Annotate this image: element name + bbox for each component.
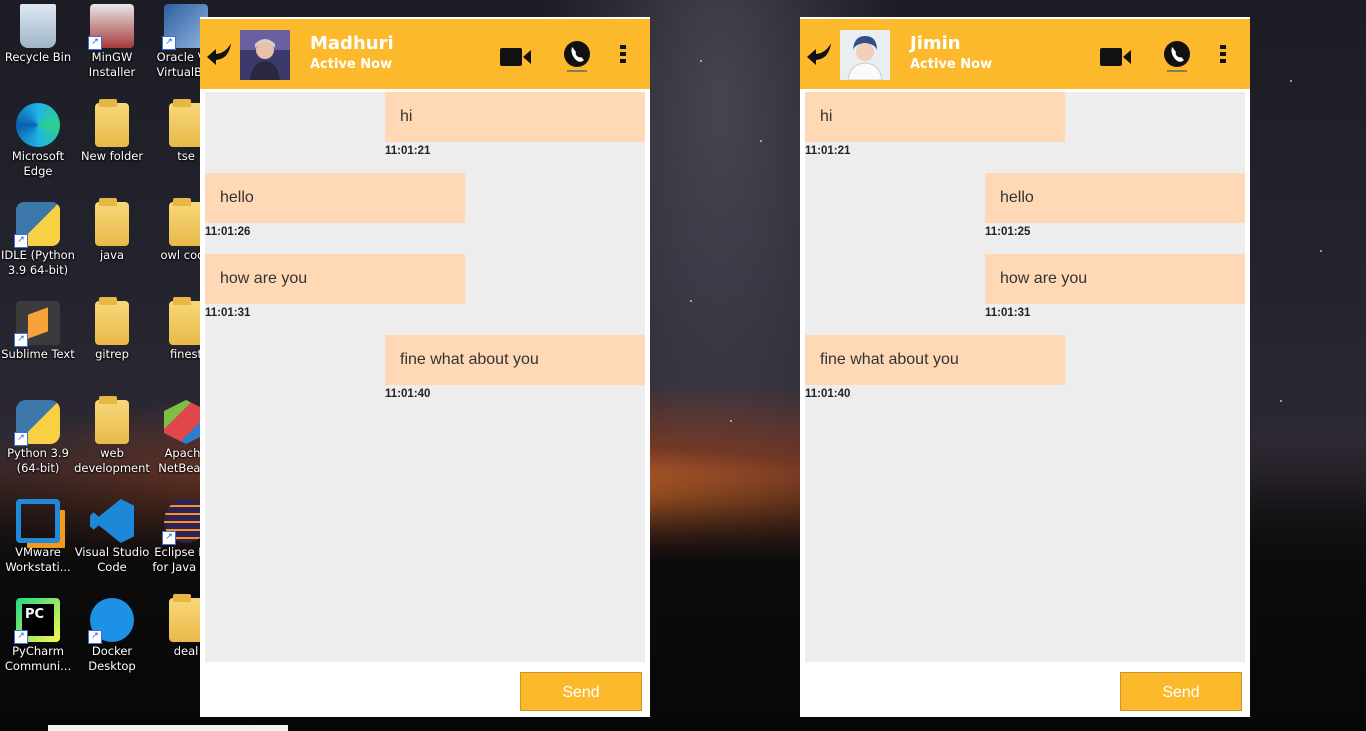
contact-name: Jimin	[910, 33, 961, 54]
avatar	[240, 30, 290, 80]
video-call-icon[interactable]	[1100, 46, 1132, 68]
shortcut-arrow-icon: ↗	[88, 630, 102, 644]
message-sent: hello 11:01:25	[985, 173, 1245, 238]
message-text: hello	[985, 173, 1245, 223]
back-arrow-icon[interactable]	[204, 37, 234, 67]
message-time: 11:01:21	[805, 145, 851, 157]
message-time: 11:01:40	[385, 388, 431, 400]
back-arrow-icon[interactable]	[804, 37, 834, 67]
message-time: 11:01:40	[805, 388, 851, 400]
chat-header: Madhuri Active Now	[200, 19, 650, 89]
message-time: 11:01:31	[985, 307, 1031, 319]
message-time: 11:01:31	[205, 307, 251, 319]
more-options-icon[interactable]	[620, 45, 626, 66]
contact-status: Active Now	[310, 57, 393, 72]
recycle-bin-icon	[20, 4, 56, 48]
chat-window-madhuri: Madhuri Active Now hi 11:01:21 hello 11:…	[200, 17, 650, 717]
python-icon: ↗	[14, 202, 60, 248]
desktop-icon-new-folder[interactable]: New folder	[74, 99, 150, 164]
vscode-icon	[90, 499, 134, 543]
edge-icon	[16, 103, 60, 147]
message-received: hello 11:01:26	[205, 173, 465, 238]
message-text: how are you	[985, 254, 1245, 304]
contact-status: Active Now	[910, 57, 993, 72]
message-time: 11:01:21	[385, 145, 431, 157]
vmware-icon	[16, 499, 60, 543]
folder-icon	[169, 594, 203, 642]
folder-icon	[169, 198, 203, 246]
desktop-icon-java[interactable]: java	[74, 198, 150, 263]
shortcut-arrow-icon: ↗	[162, 531, 176, 545]
desktop-icon-gitrep[interactable]: gitrep	[74, 297, 150, 362]
send-button[interactable]: Send	[520, 672, 642, 711]
desktop-icon-python[interactable]: ↗ Python 3.9 (64-bit)	[0, 400, 76, 476]
phone-call-icon[interactable]	[562, 39, 592, 73]
message-list: hi 11:01:21 hello 11:01:25 how are you 1…	[805, 92, 1245, 662]
message-list: hi 11:01:21 hello 11:01:26 how are you 1…	[205, 92, 645, 662]
phone-call-icon[interactable]	[1162, 39, 1192, 73]
taskbar-edge	[48, 725, 288, 731]
message-text: how are you	[205, 254, 465, 304]
message-text: hi	[385, 92, 645, 142]
installer-icon: ↗	[88, 4, 134, 50]
docker-icon: ↗	[88, 598, 134, 644]
message-sent: how are you 11:01:31	[985, 254, 1245, 319]
desktop-icon-vmware[interactable]: VMware Workstati...	[0, 499, 76, 575]
contact-name: Madhuri	[310, 33, 394, 54]
more-options-icon[interactable]	[1220, 45, 1226, 66]
message-sent: hi 11:01:21	[385, 92, 645, 157]
shortcut-arrow-icon: ↗	[14, 432, 28, 446]
python-icon: ↗	[14, 400, 60, 446]
folder-icon	[95, 297, 129, 345]
desktop-icon-mingw[interactable]: ↗ MinGW Installer	[74, 4, 150, 80]
pycharm-icon: PC ↗	[14, 598, 60, 644]
folder-icon	[95, 198, 129, 246]
chat-window-jimin: Jimin Active Now hi 11:01:21 hello 11:01…	[800, 17, 1250, 717]
folder-icon	[95, 396, 129, 444]
send-button[interactable]: Send	[1120, 672, 1242, 711]
message-sent: fine what about you 11:01:40	[385, 335, 645, 400]
sublime-icon: ↗	[14, 301, 60, 347]
folder-icon	[169, 99, 203, 147]
shortcut-arrow-icon: ↗	[14, 333, 28, 347]
shortcut-arrow-icon: ↗	[14, 630, 28, 644]
shortcut-arrow-icon: ↗	[14, 234, 28, 248]
desktop-icon-docker[interactable]: ↗ Docker Desktop	[74, 598, 150, 674]
message-time: 11:01:25	[985, 226, 1031, 238]
message-text: hello	[205, 173, 465, 223]
message-text: fine what about you	[805, 335, 1065, 385]
desktop-icon-sublime[interactable]: ↗ Sublime Text	[0, 301, 76, 362]
shortcut-arrow-icon: ↗	[88, 36, 102, 50]
desktop-icon-idle[interactable]: ↗ IDLE (Python 3.9 64-bit)	[0, 202, 76, 278]
message-received: hi 11:01:21	[805, 92, 1065, 157]
message-received: how are you 11:01:31	[205, 254, 465, 319]
desktop-icon-pycharm[interactable]: PC ↗ PyCharm Communi...	[0, 598, 76, 674]
desktop-icon-web-development[interactable]: web development	[74, 396, 150, 476]
desktop-icon-vscode[interactable]: Visual Studio Code	[74, 499, 150, 575]
desktop-icon-edge[interactable]: Microsoft Edge	[0, 103, 76, 179]
folder-icon	[95, 99, 129, 147]
chat-header: Jimin Active Now	[800, 19, 1250, 89]
message-received: fine what about you 11:01:40	[805, 335, 1065, 400]
video-call-icon[interactable]	[500, 46, 532, 68]
message-text: fine what about you	[385, 335, 645, 385]
folder-icon	[169, 297, 203, 345]
avatar	[840, 30, 890, 80]
message-time: 11:01:26	[205, 226, 251, 238]
shortcut-arrow-icon: ↗	[162, 36, 176, 50]
message-text: hi	[805, 92, 1065, 142]
desktop-icon-recycle-bin[interactable]: Recycle Bin	[0, 4, 76, 65]
